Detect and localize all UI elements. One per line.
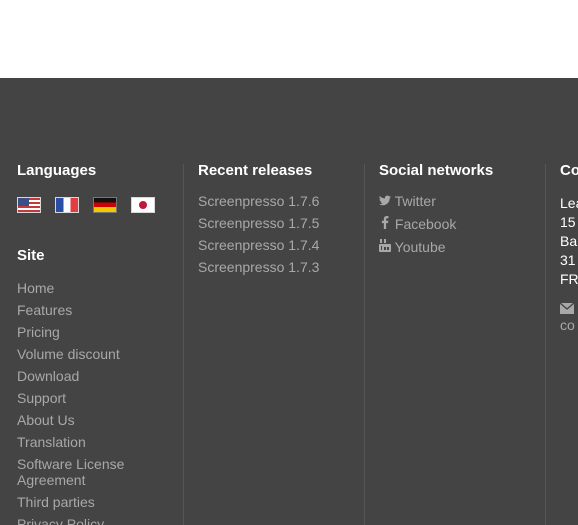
social-link-twitter[interactable]: Twitter (379, 190, 493, 213)
contact-column: Co Lea 15 Bar 31 FR co (559, 161, 578, 333)
languages-site-column: Languages Site Home Features Pricing Vol… (17, 161, 155, 525)
site-link-support[interactable]: Support (17, 387, 155, 409)
releases-list: Screenpresso 1.7.6 Screenpresso 1.7.5 Sc… (198, 190, 319, 278)
site-link-pricing[interactable]: Pricing (17, 321, 155, 343)
column-divider (364, 164, 365, 525)
social-link-facebook[interactable]: Facebook (379, 213, 493, 236)
address-line: 31 (560, 252, 576, 268)
column-divider (545, 164, 546, 525)
site-link-download[interactable]: Download (17, 365, 155, 387)
social-column: Social networks Twitter Facebook Youtube (379, 161, 493, 259)
facebook-icon (379, 214, 391, 236)
jp-flag-icon[interactable] (131, 197, 155, 213)
releases-title: Recent releases (198, 162, 313, 179)
release-link[interactable]: Screenpresso 1.7.5 (198, 212, 319, 234)
social-link-youtube[interactable]: Youtube (379, 236, 493, 259)
site-link-translation[interactable]: Translation (17, 431, 155, 453)
social-label-twitter: Twitter (394, 193, 436, 209)
fr-flag-icon[interactable] (55, 197, 79, 213)
site-link-software-license[interactable]: Software License (17, 456, 155, 472)
top-white-area (0, 0, 578, 78)
site-link-features[interactable]: Features (17, 299, 155, 321)
address-line: Lea (560, 195, 578, 211)
us-flag-icon[interactable] (17, 197, 41, 213)
release-link[interactable]: Screenpresso 1.7.3 (198, 256, 319, 278)
site-link-volume-discount[interactable]: Volume discount (17, 343, 155, 365)
site-link-third-parties[interactable]: Third parties (17, 491, 155, 513)
social-title: Social networks (379, 162, 494, 179)
releases-column: Recent releases Screenpresso 1.7.6 Scree… (198, 161, 319, 278)
address-line: Bar (560, 233, 578, 249)
site-link-privacy-policy[interactable]: Privacy Policy (17, 513, 155, 525)
address-line: FR (560, 271, 578, 287)
footer: Languages Site Home Features Pricing Vol… (0, 78, 578, 525)
language-flags (17, 197, 155, 213)
site-link-home[interactable]: Home (17, 277, 155, 299)
address-line: 15 (560, 214, 576, 230)
column-divider (183, 164, 184, 525)
social-list: Twitter Facebook Youtube (379, 190, 493, 259)
email-text: co (560, 317, 575, 333)
release-link[interactable]: Screenpresso 1.7.6 (198, 190, 319, 212)
envelope-icon (559, 301, 578, 317)
site-links: Home Features Pricing Volume discount Do… (17, 277, 155, 525)
youtube-icon (379, 237, 391, 259)
languages-title: Languages (17, 162, 97, 179)
release-link[interactable]: Screenpresso 1.7.4 (198, 234, 319, 256)
contact-title: Co (560, 162, 578, 179)
site-title: Site (17, 247, 45, 264)
de-flag-icon[interactable] (93, 197, 117, 213)
twitter-icon (379, 191, 391, 213)
contact-email[interactable]: co (559, 301, 578, 333)
site-link-about-us[interactable]: About Us (17, 409, 155, 431)
contact-address: Lea 15 Bar 31 FR (560, 194, 578, 289)
site-link-agreement[interactable]: Agreement (17, 472, 155, 488)
social-label-youtube: Youtube (394, 239, 446, 255)
social-label-facebook: Facebook (394, 216, 457, 232)
